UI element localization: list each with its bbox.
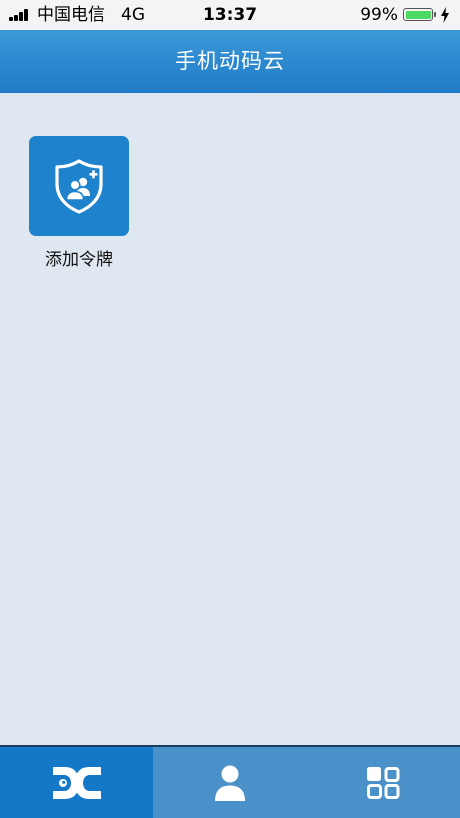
- tab-apps[interactable]: [307, 747, 460, 818]
- battery-percent: 99%: [360, 5, 398, 25]
- add-token-button[interactable]: [29, 136, 129, 236]
- user-icon: [214, 765, 245, 801]
- battery-icon: [403, 8, 436, 21]
- tab-profile[interactable]: [153, 747, 306, 818]
- page-title: 手机动码云: [175, 49, 285, 73]
- app-header: 手机动码云: [0, 30, 460, 93]
- main-content: 添加令牌: [0, 93, 460, 745]
- tab-home[interactable]: [0, 747, 154, 818]
- status-bar: 中国电信 4G 13:37 99%: [0, 0, 460, 30]
- grid-apps-icon: [367, 766, 400, 799]
- dc-logo-icon: [52, 766, 101, 799]
- shield-add-user-icon: [55, 159, 103, 214]
- bottom-tab-bar: [0, 745, 460, 818]
- add-token-tile[interactable]: 添加令牌: [29, 136, 129, 271]
- charging-icon: [441, 7, 449, 23]
- add-token-label: 添加令牌: [45, 250, 113, 270]
